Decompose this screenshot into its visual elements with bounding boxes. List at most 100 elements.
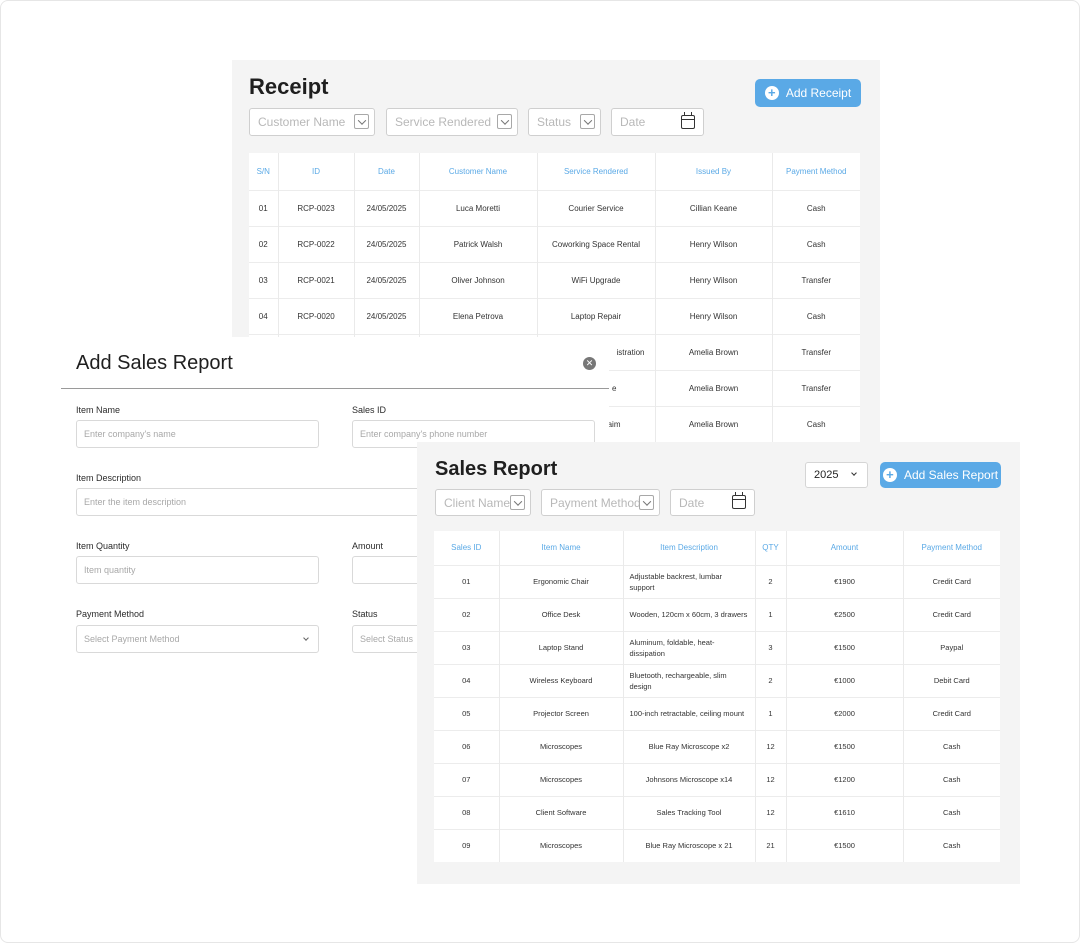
table-cell: Transfer (772, 261, 860, 298)
table-row[interactable]: 07 Microscopes Johnsons Microscope x14 12 €1… (434, 762, 1000, 796)
column-header: Service Rendered (537, 153, 656, 190)
table-cell: 01 (249, 189, 279, 226)
table-cell: Microscopes (499, 828, 624, 862)
payment-method-select[interactable]: Select Payment Method (76, 625, 319, 653)
table-cell: 2 (755, 663, 787, 697)
table-cell: Elena Petrova (419, 297, 538, 334)
screenshot-frame: Receipt + Add Receipt Customer Name Serv… (0, 0, 1080, 943)
table-cell: 12 (755, 762, 787, 796)
table-cell: Henry Wilson (655, 261, 773, 298)
table-row[interactable]: 08 Client Software Sales Tracking Tool 12 €1… (434, 795, 1000, 829)
table-cell: Adjustable backrest, lumbar support (623, 564, 756, 598)
customer-name-filter-label: Customer Name (258, 115, 346, 129)
table-cell: Credit Card (903, 597, 1000, 631)
table-cell: 24/05/2025 (354, 225, 420, 262)
table-cell: 1 (755, 696, 787, 730)
table-cell: Amelia Brown (655, 405, 773, 442)
status-filter[interactable]: Status (528, 108, 601, 136)
table-cell: 03 (434, 630, 500, 664)
table-cell: Laptop Stand (499, 630, 624, 664)
divider (61, 388, 609, 389)
table-row[interactable]: 09 Microscopes Blue Ray Microscope x 21 21 €… (434, 828, 1000, 862)
item-name-label: Item Name (76, 405, 121, 415)
table-cell: €1900 (786, 564, 904, 598)
table-cell: 24/05/2025 (354, 261, 420, 298)
table-cell: 02 (434, 597, 500, 631)
service-rendered-filter-label: Service Rendered (395, 115, 492, 129)
table-cell: €1500 (786, 630, 904, 664)
item-quantity-placeholder: Item quantity (84, 565, 136, 575)
sales-id-label: Sales ID (352, 405, 387, 415)
table-cell: 04 (434, 663, 500, 697)
table-row[interactable]: 06 Microscopes Blue Ray Microscope x2 12 €15… (434, 729, 1000, 763)
item-description-placeholder: Enter the item description (84, 497, 187, 507)
table-cell: 07 (434, 762, 500, 796)
table-row[interactable]: 01 Ergonomic Chair Adjustable backrest, lu… (434, 564, 1000, 598)
customer-name-filter[interactable]: Customer Name (249, 108, 375, 136)
date-filter[interactable]: Date (670, 489, 755, 516)
table-cell: Credit Card (903, 564, 1000, 598)
table-cell: Cash (772, 189, 860, 226)
chevron-down-icon (639, 495, 654, 510)
table-cell: 02 (249, 225, 279, 262)
table-cell: Cillian Keane (655, 189, 773, 226)
year-value: 2025 (814, 469, 839, 481)
date-filter-label: Date (679, 495, 705, 510)
table-cell: 24/05/2025 (354, 297, 420, 334)
table-cell: 03 (249, 261, 279, 298)
table-row[interactable]: 02 Office Desk Wooden, 120cm x 60cm, 3 dra… (434, 597, 1000, 631)
sales-report-table: Sales ID Item Name Item Description QTY … (434, 531, 1000, 862)
item-quantity-input[interactable]: Item quantity (76, 556, 319, 584)
payment-method-filter-label: Payment Method (550, 495, 641, 510)
table-row[interactable]: 03 Laptop Stand Aluminum, foldable, heat-d… (434, 630, 1000, 664)
table-cell: 24/05/2025 (354, 189, 420, 226)
add-sales-report-button[interactable]: + Add Sales Report (880, 462, 1001, 488)
table-cell: €1000 (786, 663, 904, 697)
calendar-icon (732, 492, 746, 509)
table-cell: 21 (755, 828, 787, 862)
table-row[interactable]: 02 RCP-0022 24/05/2025 Patrick Walsh Coworki… (249, 225, 860, 262)
table-cell: RCP-0021 (278, 261, 355, 298)
table-row[interactable]: 04 RCP-0020 24/05/2025 Elena Petrova Laptop … (249, 297, 860, 334)
table-cell: Microscopes (499, 729, 624, 763)
add-receipt-button[interactable]: + Add Receipt (755, 79, 861, 107)
column-header: Date (354, 153, 420, 190)
table-row[interactable]: 04 Wireless Keyboard Bluetooth, rechargeab… (434, 663, 1000, 697)
table-cell: Cash (772, 297, 860, 334)
table-row[interactable]: 05 Projector Screen 100-inch retractable, … (434, 696, 1000, 730)
table-cell: Luca Moretti (419, 189, 538, 226)
table-cell: Blue Ray Microscope x2 (623, 729, 756, 763)
date-filter-label: Date (620, 115, 646, 129)
year-select[interactable]: 2025 (805, 462, 868, 488)
table-cell: Client Software (499, 795, 624, 829)
table-cell: RCP-0023 (278, 189, 355, 226)
column-header: Payment Method (921, 543, 982, 553)
table-cell: Microscopes (499, 762, 624, 796)
table-cell: Transfer (772, 333, 860, 370)
table-cell: Projector Screen (499, 696, 624, 730)
service-rendered-filter[interactable]: Service Rendered (386, 108, 518, 136)
sales-report-panel: Sales Report 2025 + Add Sales Report Cli… (417, 442, 1020, 884)
table-cell: 05 (434, 696, 500, 730)
column-header: S/N (249, 153, 279, 190)
column-header: Payment Method (786, 166, 847, 176)
close-icon[interactable]: ✕ (583, 357, 596, 370)
date-filter[interactable]: Date (611, 108, 704, 136)
table-cell: Sales Tracking Tool (623, 795, 756, 829)
table-cell: Bluetooth, rechargeable, slim design (623, 663, 756, 697)
table-cell: 12 (755, 795, 787, 829)
column-header: Issued By (655, 153, 773, 190)
table-cell: Henry Wilson (655, 225, 773, 262)
table-cell: €2000 (786, 696, 904, 730)
table-cell: Cash (772, 225, 860, 262)
item-name-input[interactable]: Enter company's name (76, 420, 319, 448)
table-row[interactable]: 01 RCP-0023 24/05/2025 Luca Moretti Courier … (249, 189, 860, 226)
payment-method-filter[interactable]: Payment Method (541, 489, 660, 516)
table-cell: 2 (755, 564, 787, 598)
chevron-down-icon (497, 114, 512, 129)
column-header: Customer Name (419, 153, 538, 190)
chevron-down-icon (851, 470, 857, 476)
table-cell: €1500 (786, 729, 904, 763)
table-row[interactable]: 03 RCP-0021 24/05/2025 Oliver Johnson WiFi U… (249, 261, 860, 298)
client-name-filter[interactable]: Client Name (435, 489, 531, 516)
